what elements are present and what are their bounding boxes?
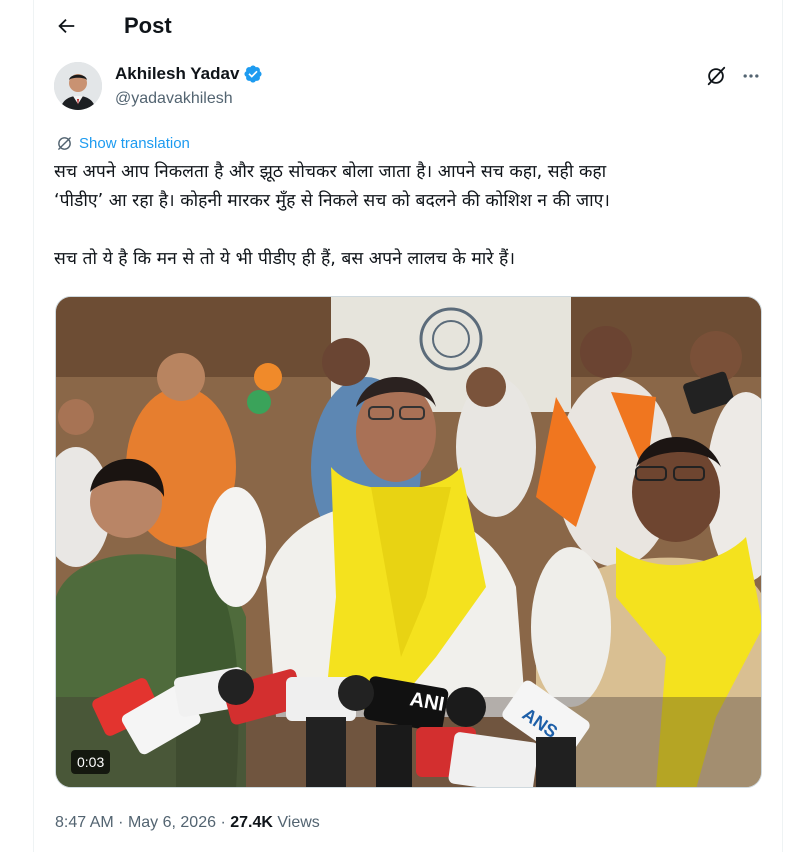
author-handle[interactable]: @yadavakhilesh: [115, 88, 263, 110]
meta-separator: ·: [118, 814, 124, 831]
post-date[interactable]: May 6, 2026: [128, 814, 216, 831]
tweet-line-2: ‘पीडीए’ आ रहा है। कोहनी मारकर मुँह से नि…: [54, 191, 610, 211]
top-bar: Post: [34, 0, 782, 53]
views-count[interactable]: 27.4K: [230, 814, 273, 831]
post-time[interactable]: 8:47 AM: [55, 814, 114, 831]
show-translation-label[interactable]: Show translation: [79, 135, 190, 152]
verified-badge-icon: [244, 65, 262, 83]
tweet-text: सच अपने आप निकलता है और झूठ सोचकर बोला ज…: [54, 158, 769, 274]
views-label: Views: [277, 814, 320, 831]
post-column: Post Akhilesh Yadav @yadavakhilesh Show …: [33, 0, 783, 852]
more-horizontal-icon: [743, 74, 759, 78]
grok-button[interactable]: [702, 62, 730, 90]
arrow-left-icon: [58, 18, 75, 34]
avatar-photo-icon: [54, 62, 102, 110]
video-duration-badge: 0:03: [71, 750, 111, 774]
tweet-line-3: सच तो ये है कि मन से तो ये भी पीडीए ही ह…: [54, 249, 515, 269]
show-translation-link[interactable]: Show translation: [56, 135, 190, 152]
post-meta: 8:47 AM · May 6, 2026 · 27.4K Views: [55, 812, 320, 834]
meta-separator-2: ·: [220, 814, 226, 831]
translate-icon: [58, 137, 71, 150]
video-player[interactable]: ANI ANS 0:03: [55, 296, 762, 788]
tweet-line-1: सच अपने आप निकलता है और झूठ सोचकर बोला ज…: [54, 162, 607, 182]
author-block: Akhilesh Yadav @yadavakhilesh: [115, 63, 263, 110]
grok-icon: [707, 66, 726, 86]
back-button[interactable]: [48, 8, 84, 44]
avatar[interactable]: [54, 62, 102, 110]
page-title: Post: [124, 13, 172, 38]
more-options-button[interactable]: [737, 62, 765, 90]
author-name[interactable]: Akhilesh Yadav: [115, 63, 239, 85]
video-frame: ANI ANS: [56, 297, 761, 787]
author-name-row[interactable]: Akhilesh Yadav: [115, 63, 263, 85]
